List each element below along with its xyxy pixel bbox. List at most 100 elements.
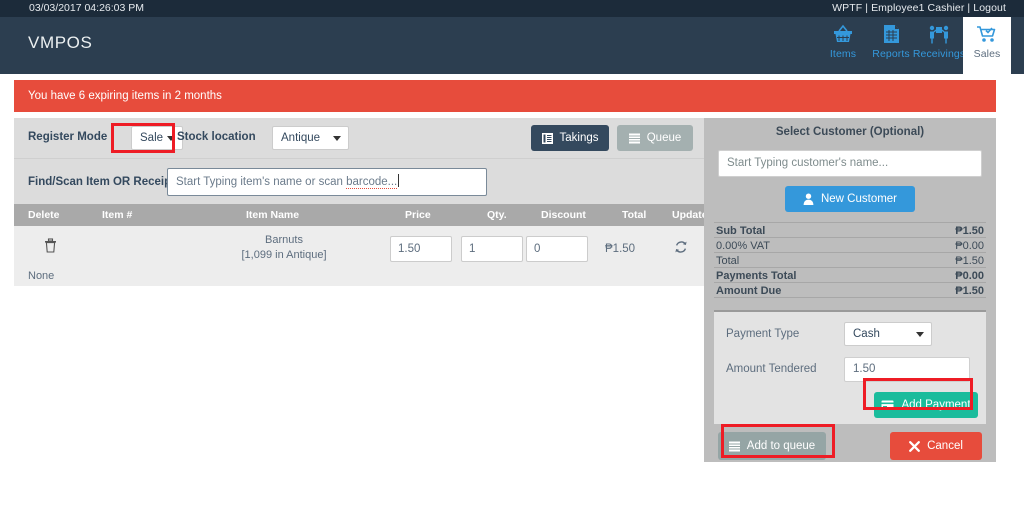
find-scan-bar: Find/Scan Item OR Receipt Start Typing i… xyxy=(14,158,704,204)
amount-due-value: ₱1.50 xyxy=(955,285,984,297)
vat-value: ₱0.00 xyxy=(955,240,984,252)
chevron-down-icon xyxy=(333,136,341,141)
new-customer-button[interactable]: New Customer xyxy=(785,186,915,212)
find-scan-input-text: Start Typing item's name or scan barcode… xyxy=(176,174,400,189)
report-icon xyxy=(880,22,902,46)
totals-row-amount-due: Amount Due ₱1.50 xyxy=(714,282,986,297)
discount-input[interactable]: 0 xyxy=(526,236,588,262)
register-mode-label: Register Mode xyxy=(28,131,108,143)
vat-label: 0.00% VAT xyxy=(716,240,771,252)
totals-row-vat: 0.00% VAT ₱0.00 xyxy=(714,237,986,252)
app-header: VMPOS Items Reports Receivings Sales xyxy=(0,17,1024,74)
payment-type-label: Payment Type xyxy=(726,328,800,340)
table-row: Barnuts [1,099 in Antique] 1.50 1 0 ₱1.5… xyxy=(14,226,704,286)
column-price: Price xyxy=(405,209,431,221)
totals-row-subtotal: Sub Total ₱1.50 xyxy=(714,222,986,237)
customer-search-input[interactable]: Start Typing customer's name... xyxy=(718,150,982,177)
column-update: Update xyxy=(672,209,708,221)
close-icon xyxy=(909,440,920,452)
new-customer-label: New Customer xyxy=(820,193,898,205)
add-to-queue-label: Add to queue xyxy=(746,440,816,452)
chevron-down-icon xyxy=(167,136,175,141)
cart-footer-note: None xyxy=(28,270,55,282)
payments-total-label: Payments Total xyxy=(716,270,797,282)
user-icon xyxy=(803,193,814,205)
amount-due-label: Amount Due xyxy=(716,285,782,297)
nav-label-sales: Sales xyxy=(973,48,1001,60)
column-qty: Qty. xyxy=(487,209,507,221)
takings-button[interactable]: Takings xyxy=(531,125,609,151)
nav-item-reports[interactable]: Reports xyxy=(867,17,915,74)
cart-table-header: Delete Item # Item Name Price Qty. Disco… xyxy=(14,204,708,226)
cancel-button[interactable]: Cancel xyxy=(890,432,982,460)
nav-label-reports: Reports xyxy=(872,48,910,60)
sale-left-column: Register Mode Sale Stock location Antiqu… xyxy=(14,118,708,286)
stock-location-value: Antique xyxy=(281,132,321,144)
queue-list-icon xyxy=(728,441,740,452)
payment-type-select[interactable]: Cash xyxy=(844,322,932,346)
add-to-queue-button[interactable]: Add to queue xyxy=(718,432,826,460)
refresh-icon[interactable] xyxy=(674,240,688,257)
app-brand: VMPOS xyxy=(28,33,93,52)
total-label: Total xyxy=(716,255,740,267)
quantity-input[interactable]: 1 xyxy=(461,236,523,262)
column-total: Total xyxy=(622,209,647,221)
totals-row-total: Total ₱1.50 xyxy=(714,252,986,267)
payment-type-value: Cash xyxy=(853,328,880,340)
expiring-items-alert: You have 6 expiring items in 2 months xyxy=(14,80,996,112)
queue-button-label: Queue xyxy=(646,132,682,144)
takings-button-label: Takings xyxy=(559,132,599,144)
column-delete: Delete xyxy=(28,209,60,221)
credit-card-icon xyxy=(881,400,894,410)
nav-label-receivings: Receivings xyxy=(912,48,966,60)
main-nav: Items Reports Receivings Sales xyxy=(819,17,1011,74)
queue-list-icon xyxy=(628,133,640,144)
chevron-down-icon xyxy=(916,332,924,337)
item-name-text: Barnuts xyxy=(265,234,303,246)
cancel-label: Cancel xyxy=(927,440,963,452)
utility-bar: 03/03/2017 04:26:03 PM WPTF | Employee1 … xyxy=(0,0,1024,17)
register-control-bar: Register Mode Sale Stock location Antiqu… xyxy=(14,118,704,158)
queue-button[interactable]: Queue xyxy=(617,125,693,151)
pos-sales-page: 03/03/2017 04:26:03 PM WPTF | Employee1 … xyxy=(0,0,1024,529)
takings-icon xyxy=(541,132,553,144)
subtotal-value: ₱1.50 xyxy=(955,225,984,237)
nav-label-items: Items xyxy=(829,48,857,60)
stock-location-select[interactable]: Antique xyxy=(272,126,349,150)
column-item-number: Item # xyxy=(102,209,133,221)
totals-row-payments-total: Payments Total ₱0.00 xyxy=(714,267,986,282)
total-value: ₱1.50 xyxy=(955,255,984,267)
payments-total-value: ₱0.00 xyxy=(955,270,984,282)
add-payment-button[interactable]: Add Payment xyxy=(874,392,978,418)
item-stock-text: [1,099 in Antique] xyxy=(241,249,327,261)
column-item-name: Item Name xyxy=(246,209,300,221)
trash-icon[interactable] xyxy=(44,238,57,256)
register-mode-value: Sale xyxy=(140,132,164,144)
text-cursor xyxy=(398,174,400,187)
select-customer-title: Select Customer (Optional) xyxy=(775,126,925,138)
nav-item-receivings[interactable]: Receivings xyxy=(912,17,966,74)
stock-location-label: Stock location xyxy=(177,131,256,143)
receivings-icon xyxy=(927,22,951,46)
price-input[interactable]: 1.50 xyxy=(390,236,452,262)
find-scan-label: Find/Scan Item OR Receipt xyxy=(28,176,175,188)
column-discount: Discount xyxy=(541,209,586,221)
register-mode-select[interactable]: Sale xyxy=(131,126,183,150)
current-datetime: 03/03/2017 04:26:03 PM xyxy=(29,2,145,14)
checkout-panel: Select Customer (Optional) Start Typing … xyxy=(704,118,996,462)
cart-icon xyxy=(975,22,999,46)
account-links[interactable]: WPTF | Employee1 Cashier | Logout xyxy=(832,0,1006,17)
amount-tendered-input[interactable]: 1.50 xyxy=(844,357,970,382)
payment-panel: Payment Type Cash Amount Tendered 1.50 A… xyxy=(714,310,986,424)
find-scan-input-misspelled: barcode... xyxy=(346,176,398,189)
subtotal-label: Sub Total xyxy=(716,225,766,237)
basket-icon xyxy=(832,22,854,46)
row-total-value: ₱1.50 xyxy=(605,243,636,255)
nav-item-items[interactable]: Items xyxy=(819,17,867,74)
nav-item-sales[interactable]: Sales xyxy=(963,17,1011,74)
amount-tendered-label: Amount Tendered xyxy=(726,363,817,375)
totals-summary: Sub Total ₱1.50 0.00% VAT ₱0.00 Total ₱1… xyxy=(714,222,986,298)
find-scan-input-prefix: Start Typing item's name or scan xyxy=(176,176,347,188)
add-payment-label: Add Payment xyxy=(901,399,971,411)
find-scan-input[interactable]: Start Typing item's name or scan barcode… xyxy=(167,168,487,196)
